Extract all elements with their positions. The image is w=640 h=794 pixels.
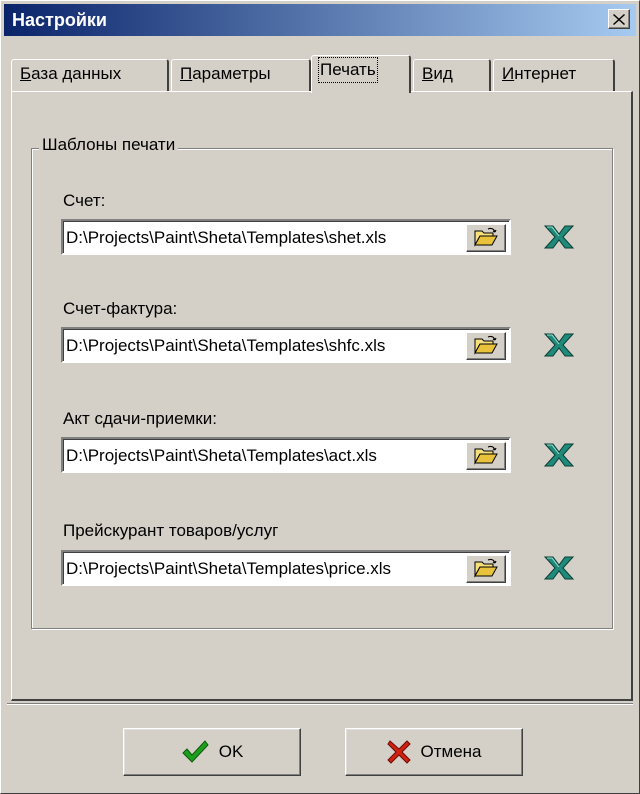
- tab-internet-label: нтернет: [514, 64, 577, 83]
- tax-invoice-path-field: [61, 327, 511, 363]
- price-list-path-input[interactable]: [66, 556, 464, 582]
- close-button[interactable]: [608, 9, 630, 29]
- tab-internet[interactable]: Интернет: [493, 59, 615, 91]
- price-list-path-field: [61, 550, 511, 586]
- tab-database-label: аза данных: [31, 64, 122, 83]
- price-list-browse-button[interactable]: [466, 555, 506, 583]
- close-icon: [613, 13, 625, 25]
- excel-icon[interactable]: [543, 224, 575, 250]
- checkmark-icon: [182, 740, 209, 763]
- price-list-label: Прейскурант товаров/услуг: [63, 521, 279, 540]
- ok-button[interactable]: OK: [123, 728, 301, 776]
- excel-icon[interactable]: [543, 555, 575, 581]
- invoice-path-field: [61, 219, 511, 255]
- tax-invoice-path-input[interactable]: [66, 333, 464, 359]
- tab-print-label: Печать: [318, 57, 378, 83]
- tax-invoice-label: Счет-фактура:: [63, 299, 178, 318]
- cross-icon: [386, 740, 411, 764]
- acceptance-act-label: Акт сдачи-приемки:: [63, 409, 217, 428]
- invoice-browse-button[interactable]: [466, 224, 506, 252]
- folder-open-icon: [474, 445, 498, 465]
- excel-icon[interactable]: [543, 442, 575, 468]
- footer-separator: [7, 703, 633, 705]
- tab-view-label: ид: [433, 64, 453, 83]
- tab-parameters[interactable]: Параметры: [171, 59, 311, 91]
- invoice-label: Счет:: [63, 191, 106, 210]
- tab-print[interactable]: Печать: [311, 55, 411, 93]
- tab-parameters-accel: П: [180, 64, 193, 83]
- folder-open-icon: [474, 335, 498, 355]
- tab-parameters-label: араметры: [192, 64, 271, 83]
- tab-database[interactable]: База данных: [11, 59, 169, 91]
- tax-invoice-browse-button[interactable]: [466, 332, 506, 360]
- tab-database-accel: Б: [20, 64, 32, 83]
- cancel-button[interactable]: Отмена: [345, 728, 523, 776]
- print-templates-group-title: Шаблоны печати: [39, 135, 179, 155]
- window-title: Настройки: [12, 10, 107, 30]
- ok-button-label: OK: [218, 742, 244, 761]
- acceptance-act-path-input[interactable]: [66, 443, 464, 469]
- acceptance-act-browse-button[interactable]: [466, 442, 506, 470]
- folder-open-icon: [474, 558, 498, 578]
- tab-view-accel: В: [422, 64, 434, 83]
- tab-view[interactable]: Вид: [413, 59, 491, 91]
- title-bar[interactable]: Настройки: [4, 4, 636, 36]
- invoice-path-input[interactable]: [66, 225, 464, 251]
- cancel-button-label: Отмена: [420, 742, 482, 761]
- folder-open-icon: [474, 227, 498, 247]
- acceptance-act-path-field: [61, 437, 511, 473]
- excel-icon[interactable]: [543, 332, 575, 358]
- settings-dialog: Настройки База данных Параметры Печать В…: [0, 0, 640, 794]
- tab-internet-accel: И: [502, 64, 515, 83]
